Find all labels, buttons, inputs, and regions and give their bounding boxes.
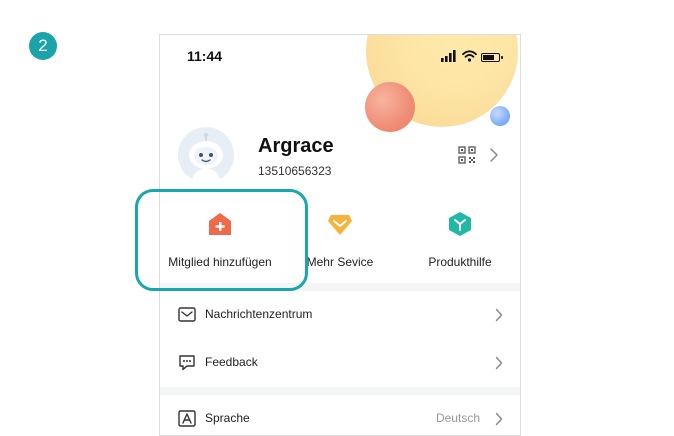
menu-item-label: Nachrichtenzentrum (205, 307, 313, 321)
quick-action-product-help[interactable]: Produkthilfe (400, 211, 520, 269)
section-divider (160, 387, 520, 395)
language-icon (178, 410, 196, 427)
menu-item-label: Feedback (205, 355, 258, 369)
signal-icon (441, 50, 456, 62)
menu-item-feedback[interactable]: Feedback (160, 339, 520, 387)
highlight-annotation-box (135, 189, 308, 291)
quick-action-label: Produkthilfe (428, 255, 492, 269)
menu-item-label: Sprache (205, 411, 250, 425)
profile-id: 13510656323 (258, 164, 332, 178)
chevron-right-icon (495, 356, 503, 370)
chevron-right-icon (495, 308, 503, 322)
wifi-icon (462, 50, 477, 62)
diamond-icon (328, 215, 352, 235)
step-number-badge: 2 (29, 32, 57, 60)
robot-avatar-icon (189, 132, 223, 183)
mail-icon (178, 307, 196, 322)
avatar[interactable] (178, 127, 234, 183)
menu-item-message-center[interactable]: Nachrichtenzentrum (160, 291, 520, 339)
menu-item-value: Deutsch (435, 411, 480, 425)
battery-icon (481, 53, 503, 62)
feedback-icon (179, 355, 195, 371)
qr-code-icon[interactable] (458, 146, 476, 164)
decorative-blue-circle (490, 106, 510, 126)
menu-item-language[interactable]: Sprache Deutsch (160, 395, 520, 435)
decorative-orange-circle (365, 82, 415, 132)
profile-chevron-right-icon[interactable] (489, 147, 499, 163)
status-bar-time: 11:44 (187, 48, 223, 64)
cube-icon (449, 212, 471, 236)
profile-name: Argrace (258, 135, 334, 157)
